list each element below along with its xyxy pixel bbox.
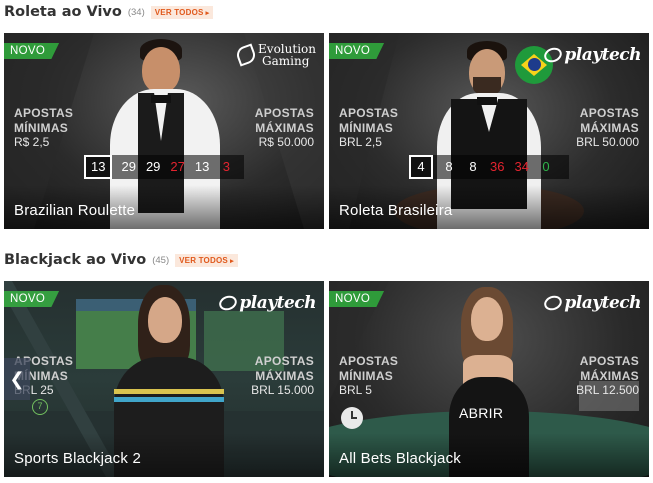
result-number: 0: [542, 159, 550, 174]
evolution-logo: Evolution Gaming: [234, 43, 316, 67]
max-bet-value: BRL 15.000: [251, 383, 314, 397]
game-card-sports-blackjack-2[interactable]: NOVO playtech APOSTAS MÍNIMAS BRL 25 APO…: [4, 281, 324, 477]
carousel-prev-button[interactable]: ❮: [4, 358, 30, 400]
max-bet-value: BRL 12.500: [576, 383, 639, 397]
game-name: Brazilian Roulette: [14, 202, 136, 219]
result-number: 8: [445, 159, 453, 174]
new-badge: NOVO: [4, 43, 60, 59]
result-number: 36: [490, 159, 505, 174]
clock-icon: [341, 407, 363, 429]
max-bet-info: APOSTAS MÁXIMAS BRL 12.500: [576, 354, 639, 397]
result-number: 3: [222, 159, 230, 174]
section-title: Roleta ao Vivo: [4, 4, 122, 20]
max-bet-info: APOSTAS MÁXIMAS BRL 15.000: [251, 354, 314, 397]
min-bet-value: BRL 2,5: [339, 135, 382, 149]
playtech-logo: playtech: [217, 293, 316, 313]
game-card-roleta-brasileira[interactable]: NOVO playtech APOSTAS MÍNIMAS BRL 2,5 AP…: [329, 33, 649, 229]
min-bet-value: BRL 5: [339, 383, 372, 397]
result-number: 29: [121, 159, 136, 174]
min-bet-info: APOSTAS MÍNIMAS R$ 2,5: [14, 106, 74, 149]
max-bet-value: BRL 50.000: [576, 135, 639, 149]
result-number: 29: [145, 159, 161, 174]
new-badge: NOVO: [329, 291, 385, 307]
seats-available-badge: 7: [32, 399, 48, 415]
chevron-left-icon: ❮: [9, 368, 25, 389]
result-number: 34: [514, 159, 529, 174]
game-card-brazilian-roulette[interactable]: NOVO Evolution Gaming APOSTAS MÍNIMAS R$ …: [4, 33, 324, 229]
game-card-all-bets-blackjack[interactable]: NOVO playtech APOSTAS MÍNIMAS BRL 5 APOS…: [329, 281, 649, 477]
max-bet-info: APOSTAS MÁXIMAS BRL 50.000: [576, 106, 639, 149]
game-name: Roleta Brasileira: [339, 202, 453, 219]
game-name: Sports Blackjack 2: [14, 450, 141, 467]
result-number: 4: [409, 155, 433, 179]
see-all-button[interactable]: VER TODOS: [175, 253, 238, 267]
recent-results: 13 29 29 27 13 3: [84, 155, 238, 179]
recent-results: 4 8 8 36 34 0: [409, 155, 558, 179]
max-bet-info: APOSTAS MÁXIMAS R$ 50.000: [254, 106, 314, 149]
min-bet-info: APOSTAS MÍNIMAS BRL 2,5: [339, 106, 399, 149]
playtech-logo: playtech: [542, 293, 641, 313]
section-header-roulette: Roleta ao Vivo (34) VER TODOS: [4, 1, 214, 23]
min-bet-value: R$ 2,5: [14, 135, 50, 149]
min-bet-info: APOSTAS MÍNIMAS BRL 5: [339, 354, 399, 397]
result-number: 13: [84, 155, 113, 179]
section-title: Blackjack ao Vivo: [4, 252, 147, 268]
new-badge: NOVO: [329, 43, 385, 59]
section-header-blackjack: Blackjack ao Vivo (45) VER TODOS: [4, 249, 238, 271]
result-number: 27: [170, 159, 185, 174]
section-count: (45): [152, 254, 170, 266]
open-game-button[interactable]: ABRIR: [459, 405, 503, 421]
max-bet-value: R$ 50.000: [258, 135, 314, 149]
result-number: 13: [194, 159, 210, 174]
game-name: All Bets Blackjack: [339, 450, 461, 467]
see-all-button[interactable]: VER TODOS: [150, 5, 214, 19]
section-count: (34): [127, 6, 145, 18]
playtech-logo: playtech: [542, 45, 641, 65]
new-badge: NOVO: [4, 291, 60, 307]
result-number: 8: [469, 159, 477, 174]
